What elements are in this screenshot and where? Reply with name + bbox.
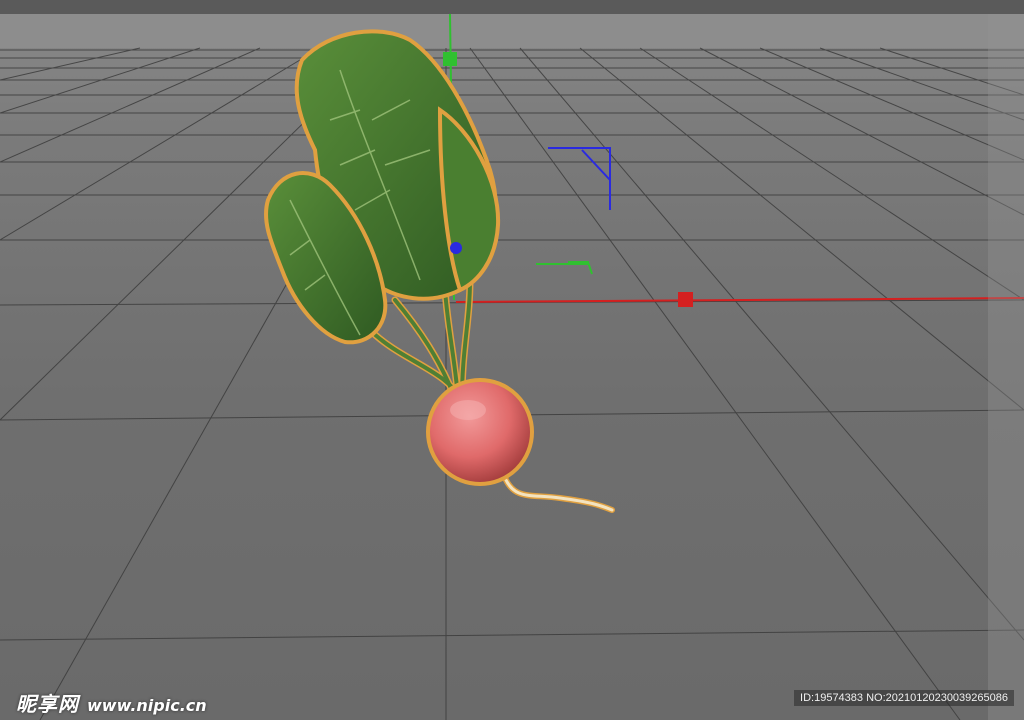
pivot-handle [450, 242, 462, 254]
watermark-brand: 昵享网 [16, 692, 79, 716]
x-axis-handle [678, 292, 693, 307]
3d-viewport[interactable]: 昵享网 www.nipic.cn ID:19574383 NO:20210120… [0, 0, 1024, 720]
light-gizmo [548, 147, 611, 210]
green-gizmo [536, 261, 593, 275]
y-axis-handle [443, 52, 457, 66]
radish-root [426, 378, 534, 486]
watermark-id: ID:19574383 NO:20210120230039265086 [794, 690, 1014, 706]
scene-canvas[interactable] [0, 0, 1024, 720]
viewport-right-panel-edge [988, 14, 1024, 720]
radish-leaves [263, 29, 501, 345]
floor-grid [0, 47, 1024, 720]
watermark-url: www.nipic.cn [87, 696, 207, 715]
watermark-brand-area: 昵享网 www.nipic.cn [16, 688, 207, 717]
